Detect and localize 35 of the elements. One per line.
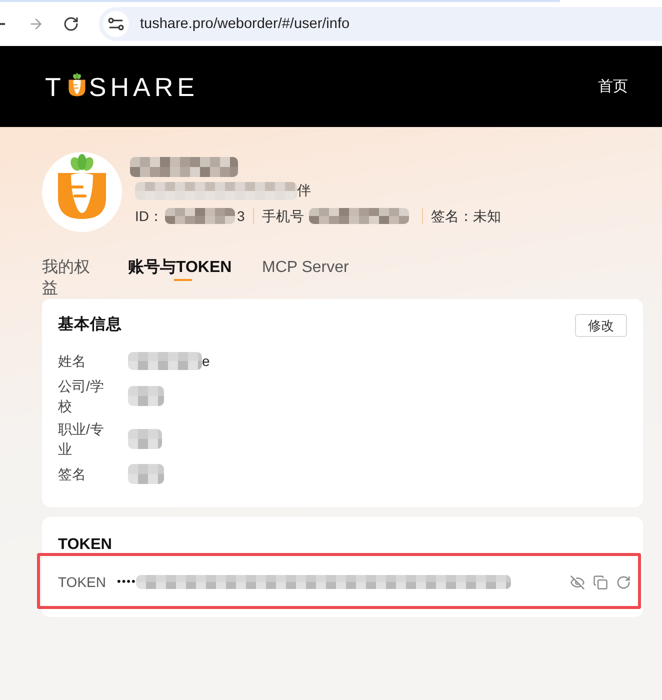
copy-icon[interactable] <box>593 574 608 590</box>
field-label: 职业/专业 <box>58 420 105 459</box>
text: 3 <box>237 208 245 224</box>
reload-icon[interactable] <box>63 16 79 32</box>
text: ID： <box>135 208 163 224</box>
field-label: TOKEN <box>58 574 106 590</box>
blurred-text <box>128 429 162 449</box>
eye-off-icon[interactable] <box>570 574 585 590</box>
edit-button[interactable]: 修改 <box>575 314 627 336</box>
text: e <box>202 353 210 369</box>
blurred-text <box>165 208 235 224</box>
refresh-icon[interactable] <box>616 574 631 590</box>
field-label: 公司/学校 <box>58 377 105 416</box>
logo-text: SHARE <box>88 74 198 100</box>
text: 签名：未知 <box>430 208 501 224</box>
nav-link[interactable]: 首页 <box>598 77 628 96</box>
url-text: tushare.pro/weborder/#/user/info <box>140 16 350 32</box>
tab[interactable]: 账号与TOKEN <box>128 257 238 281</box>
card-title: TOKEN <box>58 536 112 553</box>
logo-text: T <box>45 74 65 100</box>
tab[interactable]: MCP Server <box>262 257 362 278</box>
text: •••• <box>116 576 136 588</box>
card-title: 基本信息 <box>58 315 122 335</box>
field-label: 姓名 <box>58 352 87 371</box>
address-bar[interactable]: tushare.pro/weborder/#/user/info <box>99 7 662 41</box>
text: 伴 <box>297 182 311 200</box>
text: 手机号 <box>262 208 304 224</box>
forward-arrow-icon[interactable] <box>28 16 44 32</box>
blurred-text <box>128 386 164 406</box>
blurred-text <box>128 464 164 484</box>
field-label: 签名 <box>58 465 87 484</box>
tab[interactable]: 我的权益 <box>42 257 91 299</box>
carrot-avatar-icon <box>42 152 122 232</box>
site-settings-icon[interactable] <box>103 11 129 37</box>
carrot-icon <box>68 72 86 96</box>
